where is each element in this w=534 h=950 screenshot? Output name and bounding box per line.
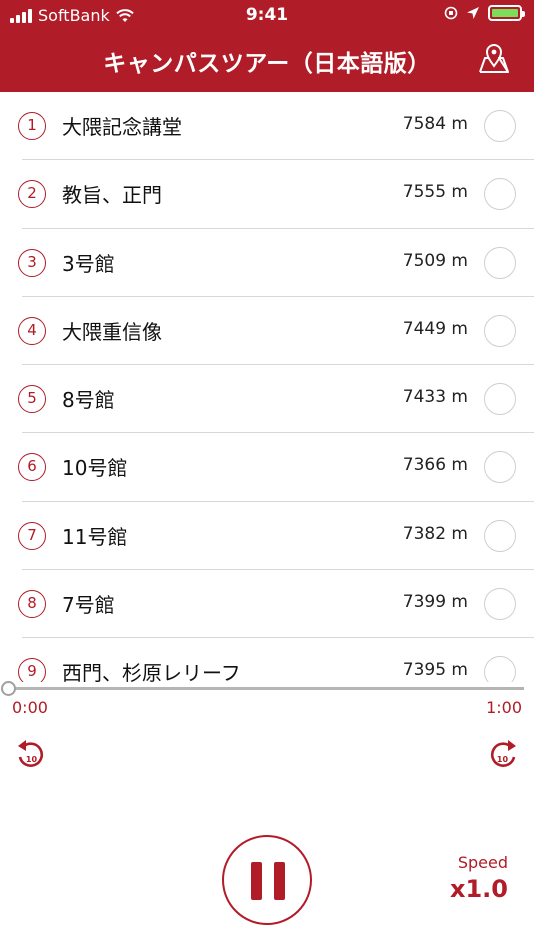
stop-distance: 7395 m bbox=[402, 660, 468, 681]
stop-name: 大隈重信像 bbox=[62, 319, 162, 344]
speed-label: Speed bbox=[457, 853, 508, 872]
skip-back-label: 10 bbox=[26, 755, 38, 764]
tour-stop-row[interactable]: 7 11号館 7382 m bbox=[0, 502, 534, 571]
skip-forward-10-icon[interactable]: 10 bbox=[488, 738, 518, 772]
skip-back-10-icon[interactable]: 10 bbox=[16, 738, 46, 772]
total-time: 1:00 bbox=[486, 698, 522, 717]
stop-number-badge: 8 bbox=[18, 590, 46, 619]
map-pin-icon[interactable] bbox=[476, 42, 512, 74]
stop-name: 10号館 bbox=[62, 456, 128, 481]
stop-name: 7号館 bbox=[62, 593, 115, 618]
tour-stop-row[interactable]: 9 西門、杉原レリーフ 7395 m bbox=[0, 638, 534, 682]
stop-number-badge: 9 bbox=[18, 658, 46, 682]
stop-name: 11号館 bbox=[62, 524, 128, 549]
stop-distance: 7382 m bbox=[402, 523, 468, 544]
tour-stop-row[interactable]: 5 8号館 7433 m bbox=[0, 365, 534, 434]
stop-distance: 7509 m bbox=[402, 250, 468, 271]
status-right bbox=[444, 5, 525, 21]
pause-icon bbox=[274, 862, 285, 900]
tour-stop-row[interactable]: 3 3号館 7509 m bbox=[0, 229, 534, 298]
visited-checkbox[interactable] bbox=[484, 519, 516, 552]
visited-checkbox[interactable] bbox=[484, 656, 516, 682]
stop-distance: 7555 m bbox=[402, 182, 468, 203]
stop-number-badge: 3 bbox=[18, 248, 46, 277]
pause-icon bbox=[251, 862, 262, 900]
stop-distance: 7449 m bbox=[402, 318, 468, 339]
page-title: キャンパスツアー（日本語版） bbox=[103, 51, 431, 77]
visited-checkbox[interactable] bbox=[484, 383, 516, 416]
stop-name: 8号館 bbox=[62, 388, 115, 413]
visited-checkbox[interactable] bbox=[484, 246, 516, 279]
visited-checkbox[interactable] bbox=[484, 110, 516, 142]
current-time: 0:00 bbox=[12, 698, 48, 717]
stop-number-badge: 1 bbox=[18, 112, 46, 140]
stop-number-badge: 4 bbox=[18, 316, 46, 345]
visited-checkbox[interactable] bbox=[484, 314, 516, 347]
skip-forward-label: 10 bbox=[497, 755, 509, 764]
stop-number-badge: 7 bbox=[18, 521, 46, 550]
location-icon bbox=[467, 7, 479, 19]
audio-progress-track[interactable] bbox=[8, 687, 524, 690]
orientation-lock-icon bbox=[444, 6, 458, 20]
tour-stop-row[interactable]: 2 教旨、正門 7555 m bbox=[0, 160, 534, 229]
tour-stop-row[interactable]: 1 大隈記念講堂 7584 m bbox=[0, 92, 534, 161]
stop-number-badge: 5 bbox=[18, 385, 46, 414]
status-bar: SoftBank 9:41 bbox=[0, 0, 534, 30]
stop-name: 教旨、正門 bbox=[62, 183, 162, 208]
stop-name: 西門、杉原レリーフ bbox=[62, 661, 241, 682]
app-header: SoftBank 9:41 キャンパスツアー（日本語版） bbox=[0, 0, 534, 92]
pause-button[interactable] bbox=[222, 835, 312, 925]
stop-distance: 7366 m bbox=[402, 455, 468, 476]
audio-progress-knob[interactable] bbox=[1, 681, 16, 696]
stop-number-badge: 6 bbox=[18, 453, 46, 482]
tour-stop-row[interactable]: 6 10号館 7366 m bbox=[0, 433, 534, 503]
visited-checkbox[interactable] bbox=[484, 451, 516, 484]
tour-stop-list: 1 大隈記念講堂 7584 m 2 教旨、正門 7555 m 3 3号館 750… bbox=[0, 92, 534, 682]
stop-distance: 7584 m bbox=[402, 114, 468, 134]
battery-icon bbox=[488, 5, 525, 21]
stop-name: 大隈記念講堂 bbox=[62, 115, 182, 139]
stop-number-badge: 2 bbox=[18, 180, 46, 209]
visited-checkbox[interactable] bbox=[484, 588, 516, 621]
visited-checkbox[interactable] bbox=[484, 178, 516, 211]
stop-distance: 7399 m bbox=[402, 592, 468, 613]
tour-stop-row[interactable]: 8 7号館 7399 m bbox=[0, 570, 534, 639]
tour-stop-row[interactable]: 4 大隈重信像 7449 m bbox=[0, 297, 534, 366]
speed-toggle[interactable]: x1.0 bbox=[450, 875, 508, 903]
stop-distance: 7433 m bbox=[402, 387, 468, 408]
stop-name: 3号館 bbox=[62, 251, 115, 276]
